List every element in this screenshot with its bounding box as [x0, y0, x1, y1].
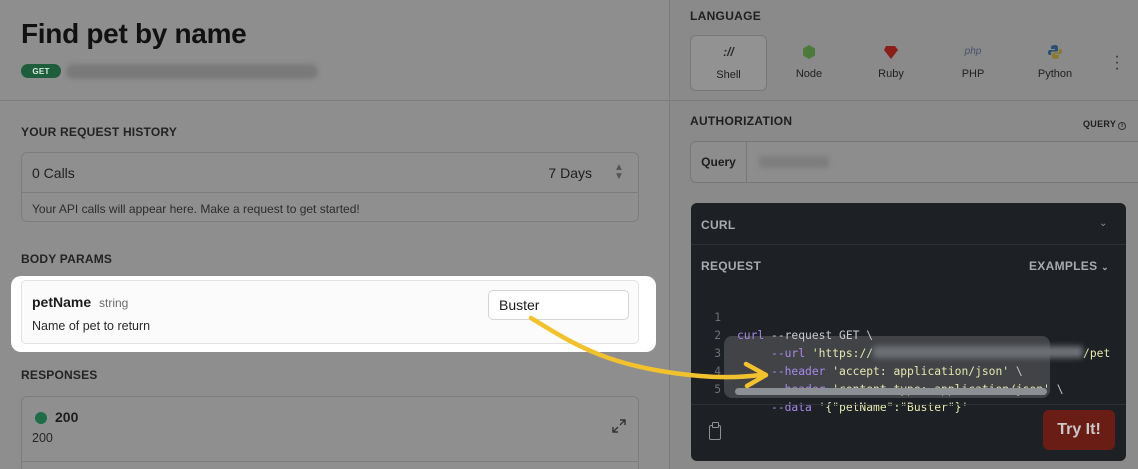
ruby-icon: [851, 44, 931, 62]
code-sidebar: LANGUAGE :// Shell Node Ruby php PHP Pyt: [669, 0, 1138, 469]
language-label: Shell: [716, 69, 741, 81]
node-icon: [769, 44, 849, 62]
up-down-chevron-icon: ▲ ▼: [614, 162, 624, 182]
endpoint-url-redacted: [66, 64, 318, 79]
auth-field-label: Query: [691, 142, 747, 182]
endpoint-details-pane: Find pet by name GET YOUR REQUEST HISTOR…: [0, 0, 669, 469]
history-section-label: YOUR REQUEST HISTORY: [21, 125, 178, 139]
expand-icon[interactable]: [612, 419, 626, 433]
clipboard-icon[interactable]: [709, 422, 721, 440]
language-picker: :// Shell Node Ruby php PHP Python: [690, 35, 1095, 91]
calls-count: 0 Calls: [32, 165, 75, 181]
divider: [670, 100, 1138, 101]
api-key-redacted: [759, 156, 829, 168]
chevron-down-icon: ⌄: [1099, 218, 1108, 229]
response-description: 200: [32, 431, 53, 445]
history-range-select[interactable]: 0 Calls 7 Days ▲ ▼: [22, 153, 638, 193]
curl-label: CURL: [701, 218, 736, 232]
auth-type-label: QUERY i: [1083, 119, 1127, 130]
code-line: 2 --url 'https:///pet: [714, 329, 1111, 360]
language-shell[interactable]: :// Shell: [690, 35, 767, 91]
param-type: string: [99, 296, 129, 310]
page-title: Find pet by name: [21, 18, 247, 49]
code-block: 1 curl --request GET \ 2 --url 'https://…: [691, 291, 1126, 414]
language-label: Node: [795, 68, 823, 80]
divider: [0, 100, 669, 101]
language-python[interactable]: Python: [1015, 35, 1095, 91]
response-item[interactable]: 200 200: [21, 396, 639, 469]
shell-icon: ://: [723, 45, 734, 59]
body-params-section-label: BODY PARAMS: [21, 252, 113, 266]
auth-query-field[interactable]: Query: [690, 141, 1138, 183]
code-line: 1 curl --request GET \: [714, 311, 874, 342]
responses-section-label: RESPONSES: [21, 368, 98, 382]
code-line: 5 --data '{"petName":"Buster"}': [714, 383, 969, 414]
range-value: 7 Days: [548, 165, 592, 181]
try-it-button[interactable]: Try It!: [1043, 410, 1115, 450]
param-name: petName: [32, 294, 92, 310]
param-description: Name of pet to return: [32, 319, 151, 333]
code-line: 3 --header 'accept: application/json' \: [714, 347, 1023, 378]
curl-header[interactable]: CURL ⌄: [691, 203, 1126, 245]
python-icon: [1015, 44, 1095, 62]
horizontal-scrollbar[interactable]: [735, 388, 1047, 395]
request-history-box: 0 Calls 7 Days ▲ ▼ Your API calls will ap…: [21, 152, 639, 222]
examples-dropdown[interactable]: EXAMPLES ⌄: [1029, 259, 1109, 273]
language-section-label: LANGUAGE: [690, 9, 762, 23]
chevron-down-icon: ⌄: [1101, 262, 1109, 272]
status-dot-icon: [35, 412, 47, 424]
response-code: 200: [55, 409, 79, 425]
php-icon: php: [964, 46, 982, 57]
language-node[interactable]: Node: [769, 35, 849, 91]
code-panel: CURL ⌄ REQUEST EXAMPLES ⌄ 1 curl --reque…: [691, 203, 1126, 461]
language-label: Ruby: [878, 68, 904, 80]
history-note: Your API calls will appear here. Make a …: [32, 202, 360, 216]
divider: [22, 461, 638, 462]
more-vertical-icon[interactable]: · · ·: [1114, 49, 1120, 77]
authorization-section-label: AUTHORIZATION: [690, 114, 793, 128]
method-badge: GET: [21, 64, 61, 78]
language-php[interactable]: php PHP: [933, 35, 1013, 91]
param-card: petName string Name of pet to return Bus…: [21, 280, 639, 344]
language-ruby[interactable]: Ruby: [851, 35, 931, 91]
language-label: PHP: [961, 68, 985, 80]
pet-name-input[interactable]: Buster: [488, 290, 629, 320]
language-label: Python: [1037, 68, 1073, 80]
code-line: 4 --header 'content-type: application/js…: [714, 365, 1064, 396]
info-icon[interactable]: i: [1118, 122, 1127, 130]
request-label: REQUEST: [701, 259, 762, 273]
